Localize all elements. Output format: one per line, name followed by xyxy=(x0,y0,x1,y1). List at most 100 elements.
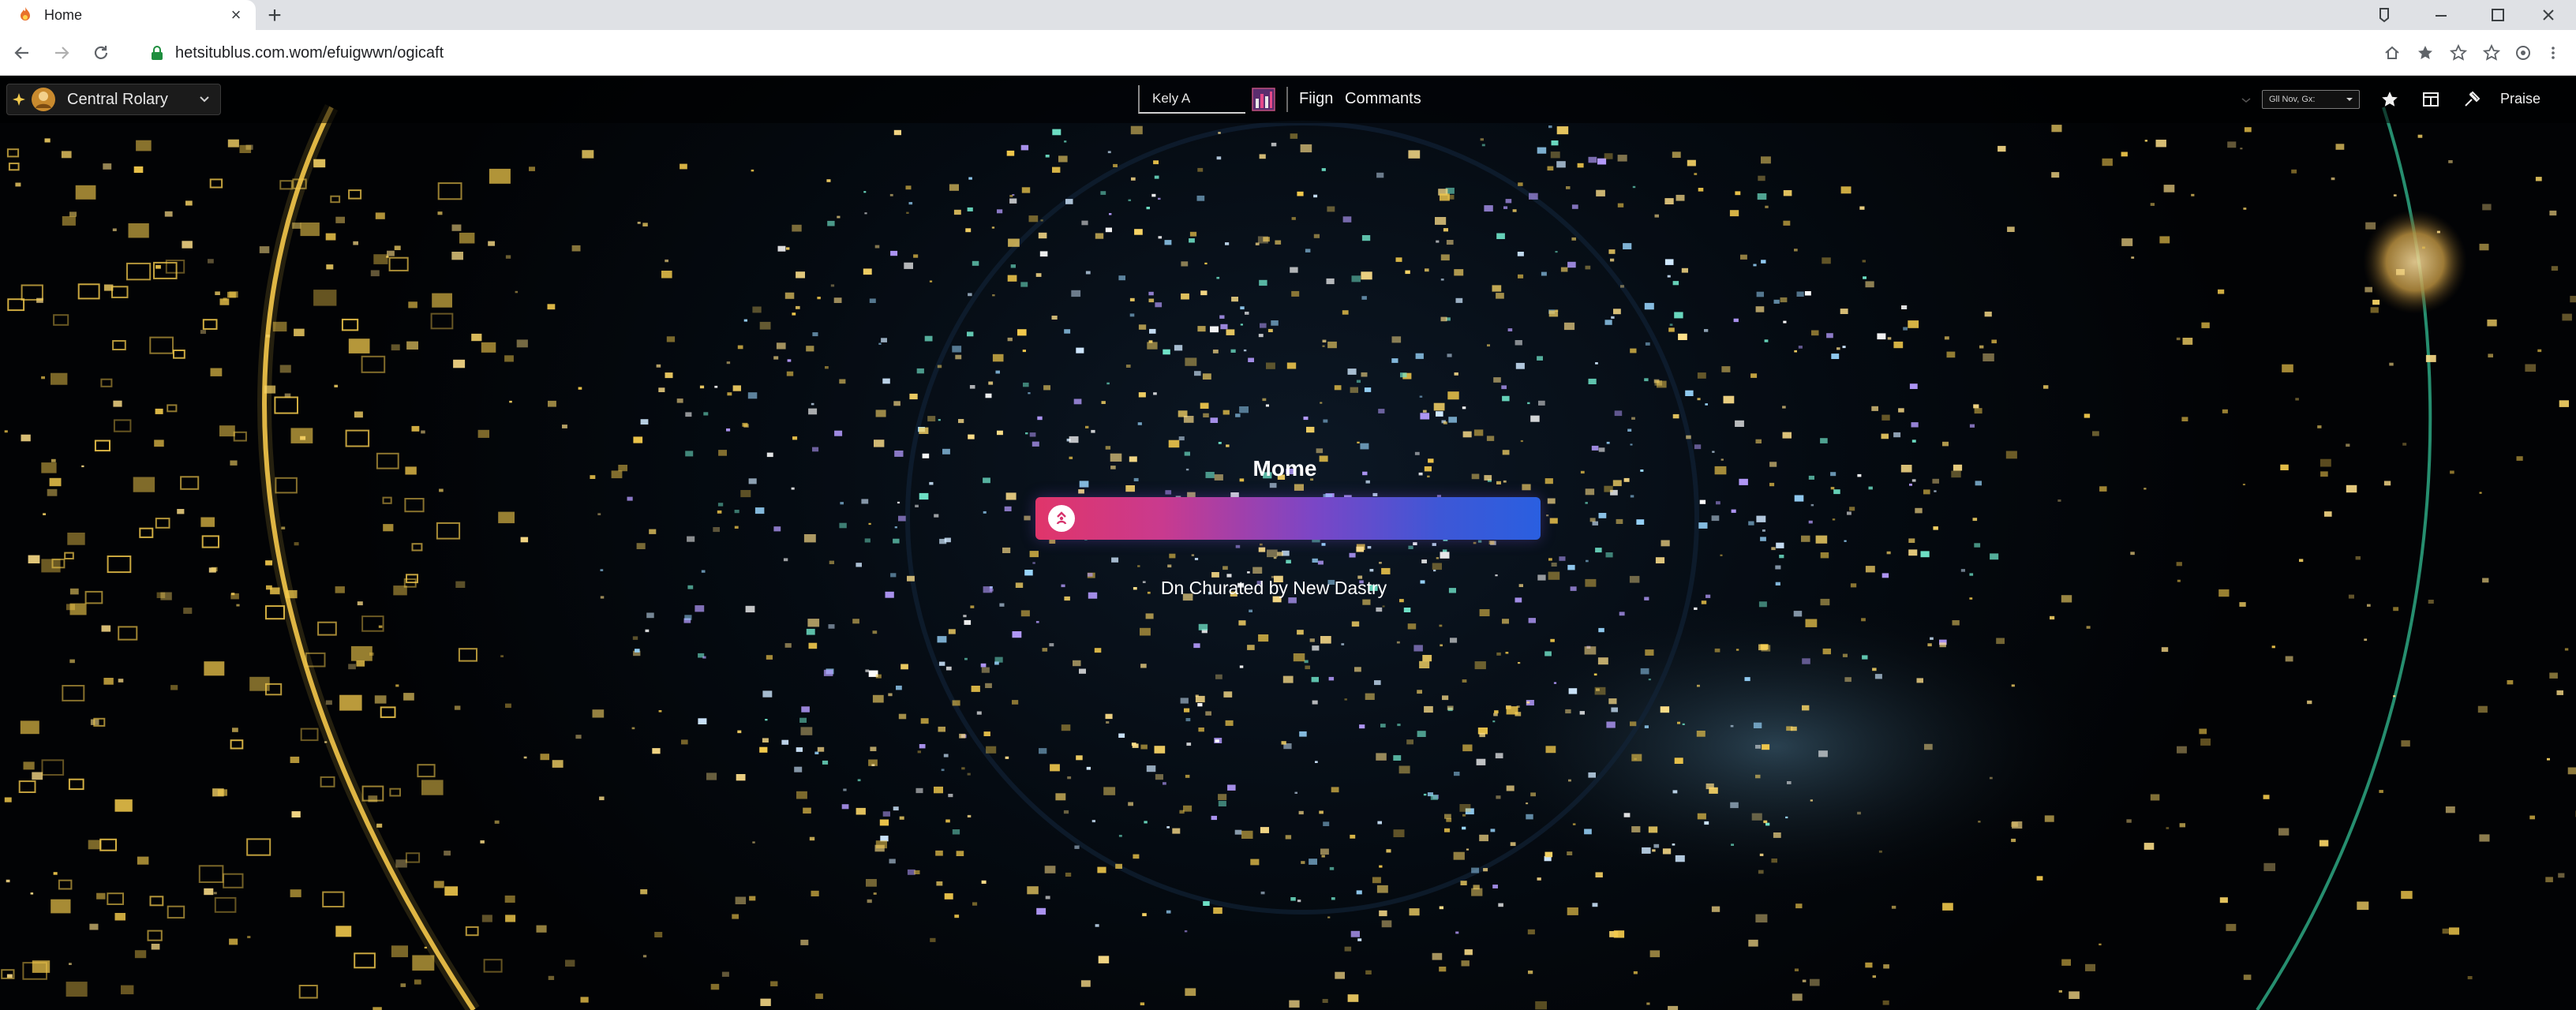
browser-tab-home[interactable]: Home × xyxy=(0,0,256,30)
forward-icon[interactable] xyxy=(44,36,79,70)
particle xyxy=(1572,823,1576,825)
particle xyxy=(374,695,387,704)
launch-button[interactable] xyxy=(1048,505,1075,532)
nav-link-commants[interactable]: Commants xyxy=(1345,90,1421,108)
new-tab-button[interactable]: + xyxy=(262,2,287,28)
particle xyxy=(1396,641,1400,644)
star-outline-icon[interactable] xyxy=(2442,36,2475,69)
particle xyxy=(1629,575,1640,583)
particle xyxy=(687,585,694,589)
chevron-down-icon[interactable] xyxy=(2238,92,2254,107)
particle xyxy=(1920,551,1930,558)
particle xyxy=(1595,872,1603,877)
gold-arc-glow xyxy=(257,103,480,1010)
particle xyxy=(1545,746,1556,754)
particle xyxy=(983,511,987,514)
particle xyxy=(2320,471,2328,477)
particle xyxy=(1044,866,1056,873)
particle xyxy=(1024,570,1033,576)
particle xyxy=(2355,556,2361,560)
praise-button[interactable]: Praise xyxy=(2500,91,2540,107)
nav-link-fiign[interactable]: Fiign xyxy=(1299,90,1333,108)
close-window-icon[interactable] xyxy=(2521,0,2576,30)
particle xyxy=(1322,345,1325,347)
particle xyxy=(1442,695,1449,701)
site-selector[interactable]: Central Rolary xyxy=(6,84,221,115)
layout-icon[interactable] xyxy=(2418,87,2443,112)
particle xyxy=(1327,916,1331,918)
download-icon[interactable] xyxy=(2357,0,2412,30)
particle xyxy=(830,284,835,287)
particle xyxy=(2061,959,2071,966)
particle xyxy=(155,408,163,414)
particle xyxy=(2357,901,2369,911)
particle xyxy=(505,915,516,922)
particle xyxy=(28,555,40,563)
maximize-icon[interactable] xyxy=(2470,0,2525,30)
particle xyxy=(107,556,132,574)
bar-chart-icon[interactable] xyxy=(1252,88,1275,111)
particle xyxy=(1550,152,1560,159)
user-name-field[interactable]: Kely A xyxy=(1138,85,1245,114)
particle xyxy=(1506,706,1518,715)
locale-select[interactable]: Gll Nov, Gx: xyxy=(2262,90,2360,109)
particle xyxy=(766,655,773,660)
particle xyxy=(1185,718,1191,722)
particle xyxy=(865,669,870,672)
particle xyxy=(536,925,547,933)
home-icon[interactable] xyxy=(2376,36,2409,69)
particle xyxy=(1559,556,1566,561)
tab-close-icon[interactable]: × xyxy=(224,3,248,27)
particle xyxy=(1403,608,1411,612)
particle xyxy=(1483,868,1488,872)
particle xyxy=(1753,264,1757,267)
particle xyxy=(41,462,57,473)
reload-icon[interactable] xyxy=(84,36,118,70)
particle xyxy=(1151,193,1156,197)
particle xyxy=(1376,172,1384,178)
particle xyxy=(515,290,519,294)
extension-icon[interactable] xyxy=(2507,36,2540,69)
particle xyxy=(1495,753,1503,759)
particle xyxy=(1222,566,1228,570)
particle xyxy=(1315,761,1318,763)
person-up-icon xyxy=(1056,511,1067,525)
back-icon[interactable] xyxy=(5,36,39,70)
particle xyxy=(1871,406,1878,411)
particle xyxy=(1518,584,1523,587)
particle xyxy=(1198,728,1204,732)
bookmark-star-icon[interactable] xyxy=(2409,36,2442,69)
particle xyxy=(2436,230,2440,234)
hero-action-bar[interactable] xyxy=(1035,497,1541,540)
menu-icon[interactable] xyxy=(2537,36,2570,69)
particle xyxy=(1017,329,1027,336)
particle xyxy=(494,820,500,824)
particle xyxy=(451,224,462,231)
particle xyxy=(2320,458,2331,467)
particle xyxy=(1503,480,1507,483)
gavel-icon[interactable] xyxy=(2459,87,2484,112)
particle xyxy=(1379,910,1387,917)
particle xyxy=(943,754,949,758)
particle xyxy=(1436,240,1440,243)
particle xyxy=(1613,930,1625,938)
particle xyxy=(547,304,556,310)
particle xyxy=(665,372,673,379)
particle xyxy=(1028,392,1031,395)
particle xyxy=(1260,323,1267,328)
particle xyxy=(239,144,252,153)
particle xyxy=(796,271,805,279)
particle xyxy=(1586,559,1589,563)
minimize-icon[interactable] xyxy=(2413,0,2469,30)
particle xyxy=(114,799,133,812)
address-bar[interactable]: hetsitublus.com.wom/efuigwwn/ogicaft xyxy=(148,35,2358,71)
particle xyxy=(1409,908,1420,916)
particle xyxy=(1086,766,1091,770)
particle xyxy=(1900,465,1912,473)
particle xyxy=(1661,540,1670,547)
particle xyxy=(1076,755,1083,761)
star-outline-icon[interactable] xyxy=(2475,36,2508,69)
star-icon[interactable] xyxy=(2377,87,2402,112)
particle xyxy=(1462,406,1466,410)
particle xyxy=(592,709,605,718)
